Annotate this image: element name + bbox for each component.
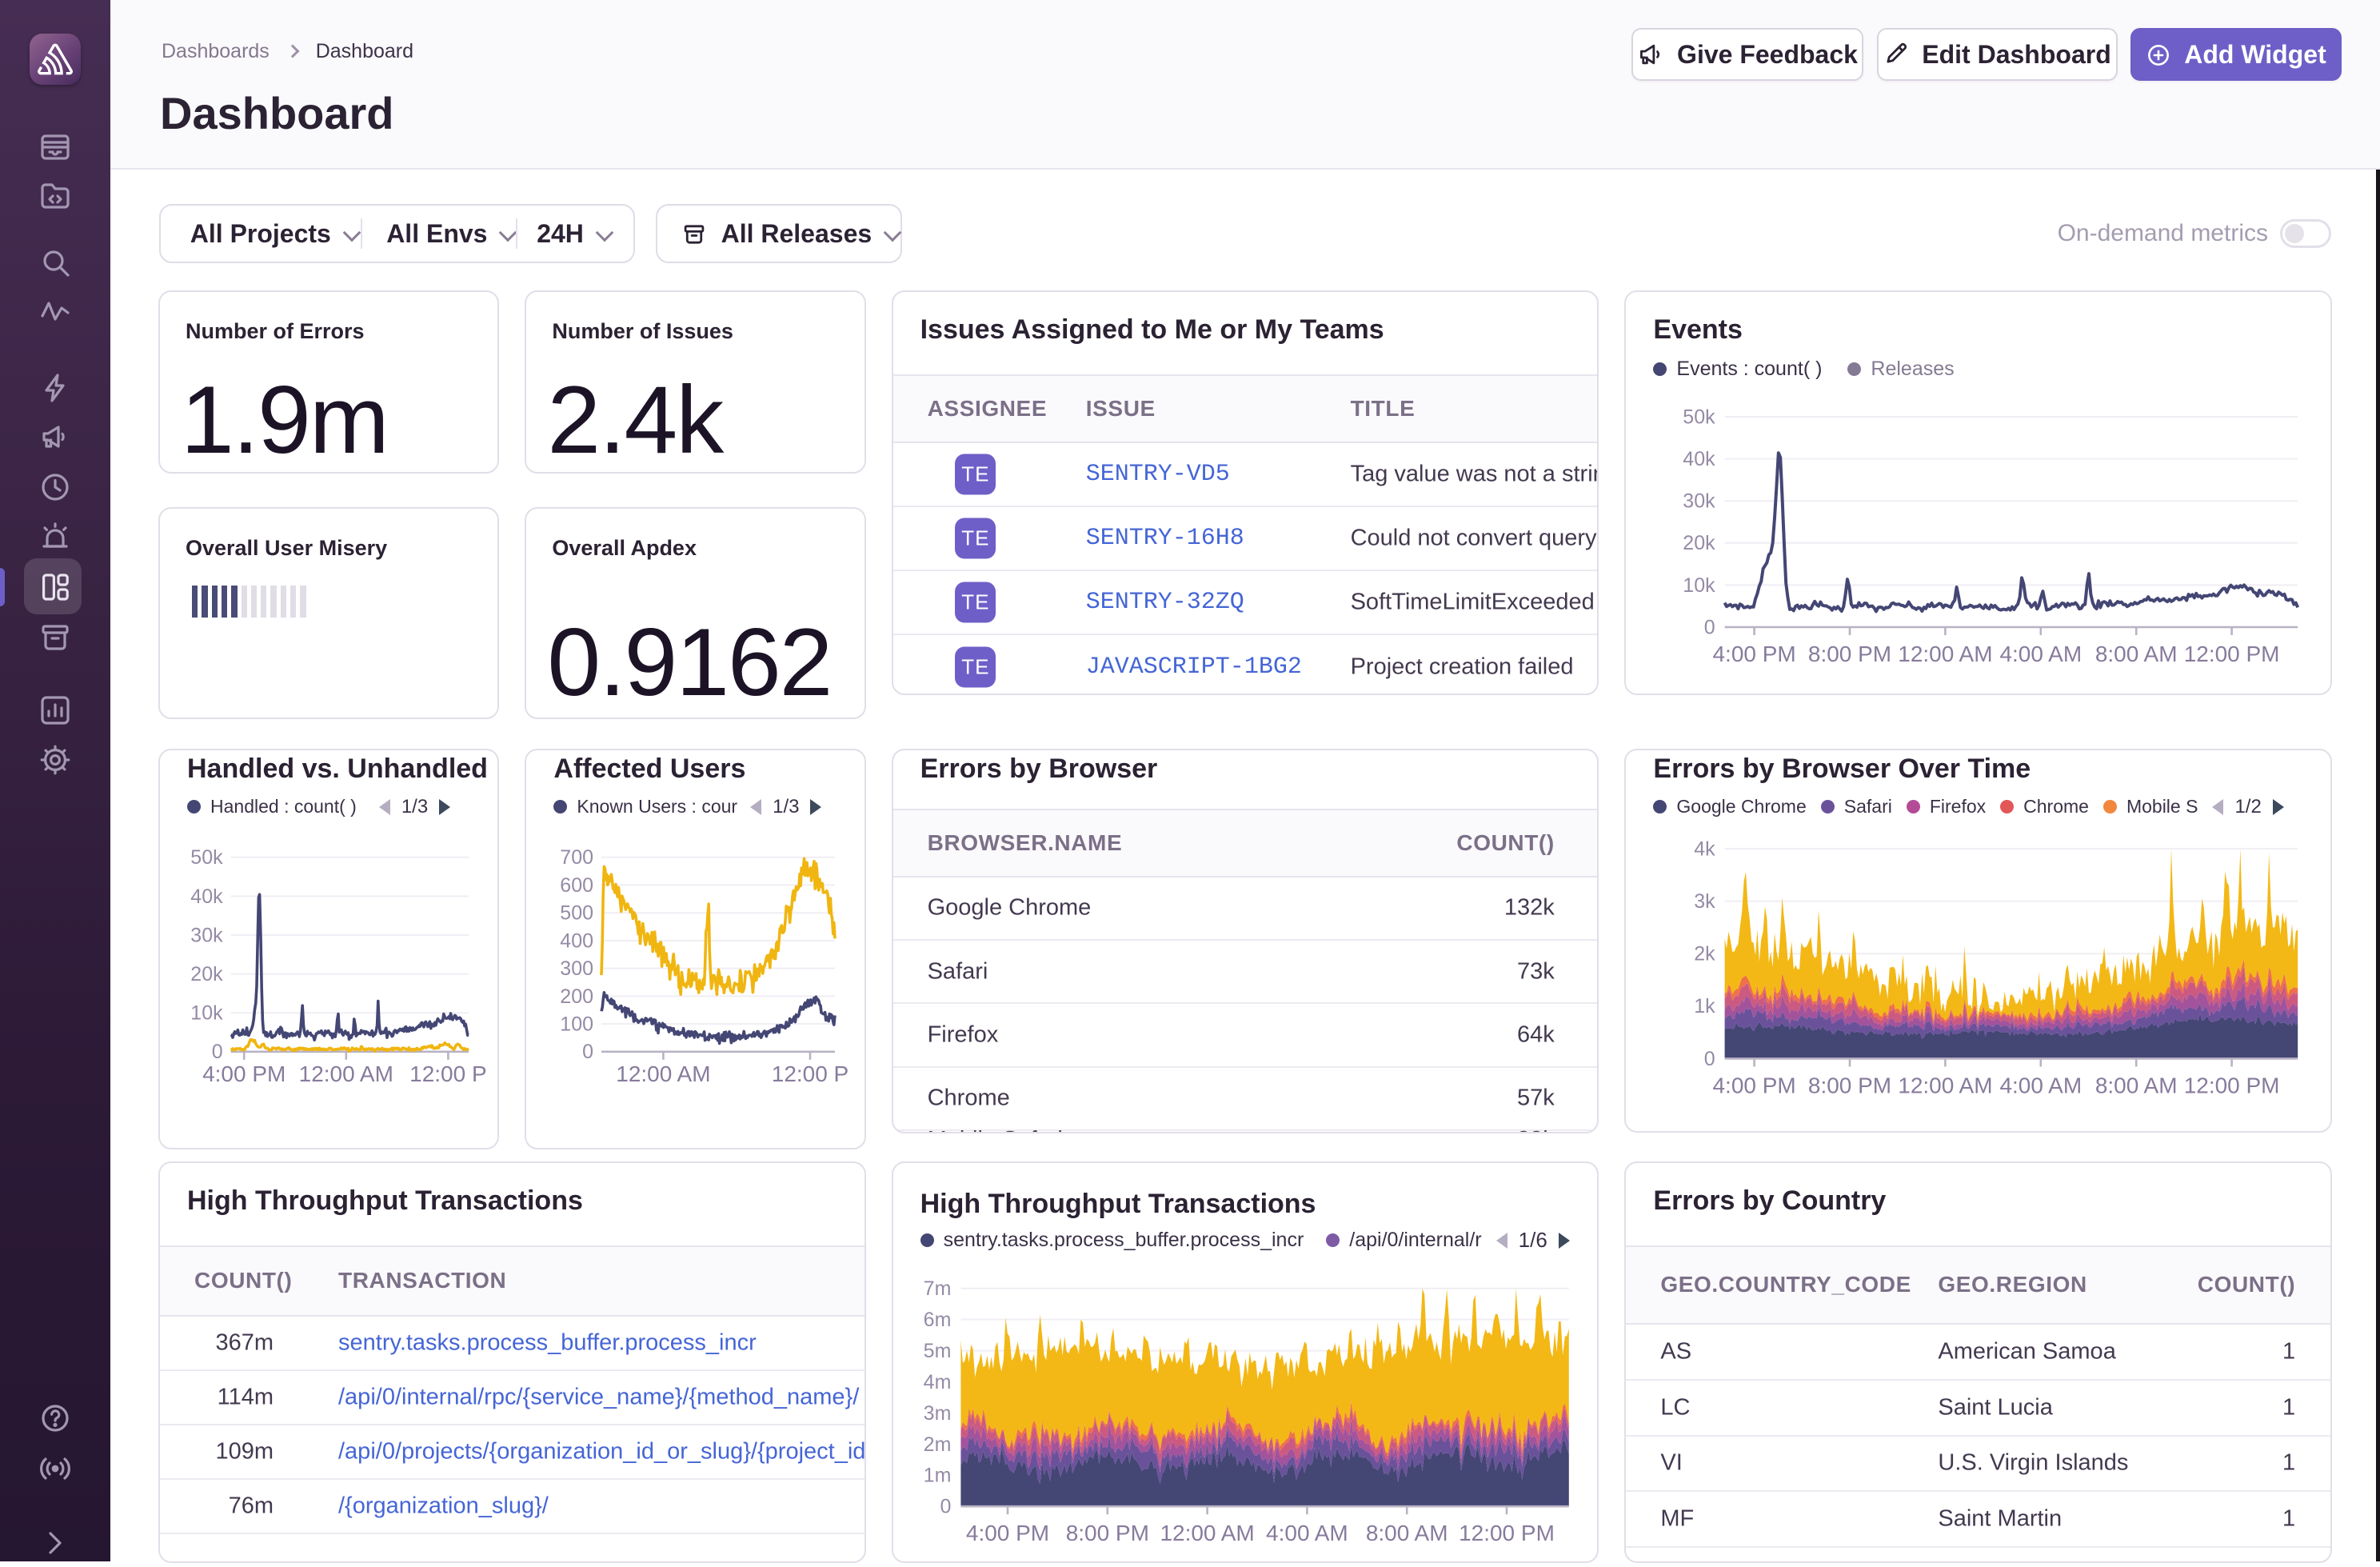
svg-text:200: 200 — [561, 985, 594, 1008]
svg-text:4:00 PM: 4:00 PM — [1713, 642, 1796, 666]
svg-text:0: 0 — [212, 1041, 223, 1063]
svg-text:4:00 PM: 4:00 PM — [965, 1521, 1048, 1545]
svg-text:10k: 10k — [1683, 574, 1716, 597]
svg-text:4:00 PM: 4:00 PM — [1713, 1073, 1796, 1097]
svg-text:700: 700 — [561, 846, 594, 869]
svg-text:10k: 10k — [190, 1002, 223, 1025]
svg-text:1k: 1k — [1695, 995, 1716, 1017]
svg-text:20k: 20k — [190, 963, 223, 985]
svg-text:8:00 AM: 8:00 AM — [1365, 1521, 1448, 1545]
svg-text:6m: 6m — [923, 1309, 951, 1331]
svg-text:100: 100 — [561, 1013, 594, 1035]
svg-text:20k: 20k — [1683, 532, 1716, 554]
svg-text:400: 400 — [561, 929, 594, 952]
svg-text:2m: 2m — [923, 1433, 951, 1456]
svg-text:8:00 AM: 8:00 AM — [2095, 642, 2178, 666]
svg-text:4:00 AM: 4:00 AM — [2000, 1073, 2082, 1097]
svg-text:500: 500 — [561, 902, 594, 925]
svg-text:12:00 AM: 12:00 AM — [1899, 642, 1993, 666]
svg-text:0: 0 — [1704, 616, 1715, 638]
svg-text:8:00 AM: 8:00 AM — [2095, 1073, 2178, 1097]
svg-text:4m: 4m — [923, 1371, 951, 1393]
svg-text:12:00 PM: 12:00 PM — [1459, 1521, 1555, 1545]
svg-text:50k: 50k — [190, 846, 223, 869]
svg-text:0: 0 — [940, 1496, 951, 1518]
svg-text:3m: 3m — [923, 1402, 951, 1425]
svg-text:300: 300 — [561, 957, 594, 980]
svg-text:4k: 4k — [1695, 837, 1716, 860]
svg-text:1m: 1m — [923, 1465, 951, 1487]
svg-text:4:00 AM: 4:00 AM — [2000, 642, 2082, 666]
svg-text:12:00 P: 12:00 P — [772, 1061, 849, 1086]
svg-text:12:00 PM: 12:00 PM — [2184, 1073, 2280, 1097]
svg-text:12:00 AM: 12:00 AM — [1160, 1521, 1254, 1545]
svg-text:4:00 AM: 4:00 AM — [1266, 1521, 1348, 1545]
svg-text:8:00 PM: 8:00 PM — [1808, 642, 1891, 666]
svg-text:4:00 PM: 4:00 PM — [202, 1061, 286, 1086]
svg-text:12:00 PM: 12:00 PM — [2184, 642, 2280, 666]
svg-text:30k: 30k — [190, 924, 223, 946]
svg-text:2k: 2k — [1695, 943, 1716, 965]
svg-text:40k: 40k — [190, 885, 223, 908]
svg-text:30k: 30k — [1683, 490, 1716, 513]
svg-text:7m: 7m — [923, 1277, 951, 1300]
svg-text:12:00 AM: 12:00 AM — [1899, 1073, 1993, 1097]
svg-text:0: 0 — [582, 1041, 593, 1063]
svg-text:12:00 AM: 12:00 AM — [299, 1061, 393, 1086]
svg-text:3k: 3k — [1695, 890, 1716, 913]
svg-text:8:00 PM: 8:00 PM — [1065, 1521, 1148, 1545]
svg-text:40k: 40k — [1683, 448, 1716, 470]
svg-text:12:00 P: 12:00 P — [409, 1061, 486, 1086]
svg-text:12:00 AM: 12:00 AM — [617, 1061, 711, 1086]
svg-text:600: 600 — [561, 874, 594, 897]
svg-text:0: 0 — [1704, 1048, 1715, 1070]
svg-text:5m: 5m — [923, 1340, 951, 1362]
svg-text:50k: 50k — [1683, 406, 1716, 428]
svg-text:8:00 PM: 8:00 PM — [1808, 1073, 1891, 1097]
